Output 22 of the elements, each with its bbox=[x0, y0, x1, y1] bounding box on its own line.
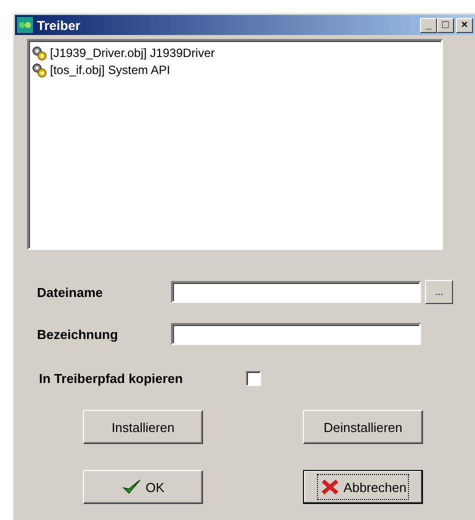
dialog-button[interactable]: OK bbox=[83, 470, 203, 504]
dialog-button[interactable]: Deinstallieren bbox=[303, 410, 423, 444]
browse-button[interactable]: ... bbox=[425, 280, 453, 304]
check-icon bbox=[122, 478, 142, 496]
input-field[interactable] bbox=[171, 281, 421, 303]
cross-icon bbox=[320, 478, 340, 496]
checkbox[interactable] bbox=[246, 371, 261, 386]
window-title: Treiber bbox=[37, 18, 80, 32]
app-icon bbox=[17, 17, 33, 33]
dialog-button[interactable]: Abbrechen bbox=[303, 470, 423, 504]
gears-icon bbox=[31, 44, 47, 60]
maximize-button[interactable]: □ bbox=[437, 18, 454, 32]
driver-item[interactable]: [tos_if.obj] System API bbox=[50, 62, 170, 76]
minimize-button[interactable]: _ bbox=[420, 18, 437, 32]
checkbox-label: In Treiberpfad kopieren bbox=[39, 371, 184, 386]
dialog-button[interactable]: Installieren bbox=[83, 410, 203, 444]
driver-item[interactable]: [J1939_Driver.obj] J1939Driver bbox=[50, 46, 215, 60]
field-label: Bezeichnung bbox=[36, 326, 119, 342]
field-label: Dateiname bbox=[36, 284, 104, 300]
close-button[interactable]: × bbox=[456, 18, 473, 32]
gears-icon bbox=[31, 62, 47, 78]
input-field[interactable] bbox=[171, 323, 421, 345]
